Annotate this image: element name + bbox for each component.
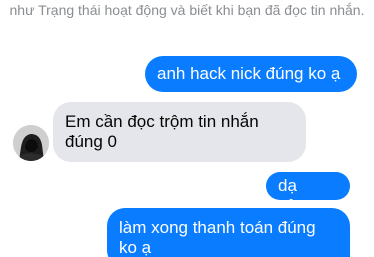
message-bubble-incoming[interactable]: Em cần đọc trộm tin nhắn đúng 0 — [53, 102, 306, 162]
message-bubble-outgoing[interactable]: anh hack nick đúng ko ạ — [145, 56, 357, 92]
message-bubble-outgoing[interactable]: dạ vâng — [266, 172, 350, 215]
message-bubble-outgoing[interactable]: làm xong thanh toán đúng ko ạ — [107, 208, 350, 257]
chat-screen: như Trạng thái hoạt động và biết khi bạn… — [0, 0, 374, 257]
privacy-notice-text: như Trạng thái hoạt động và biết khi bạn… — [9, 2, 365, 18]
contact-avatar-icon[interactable] — [13, 125, 49, 161]
